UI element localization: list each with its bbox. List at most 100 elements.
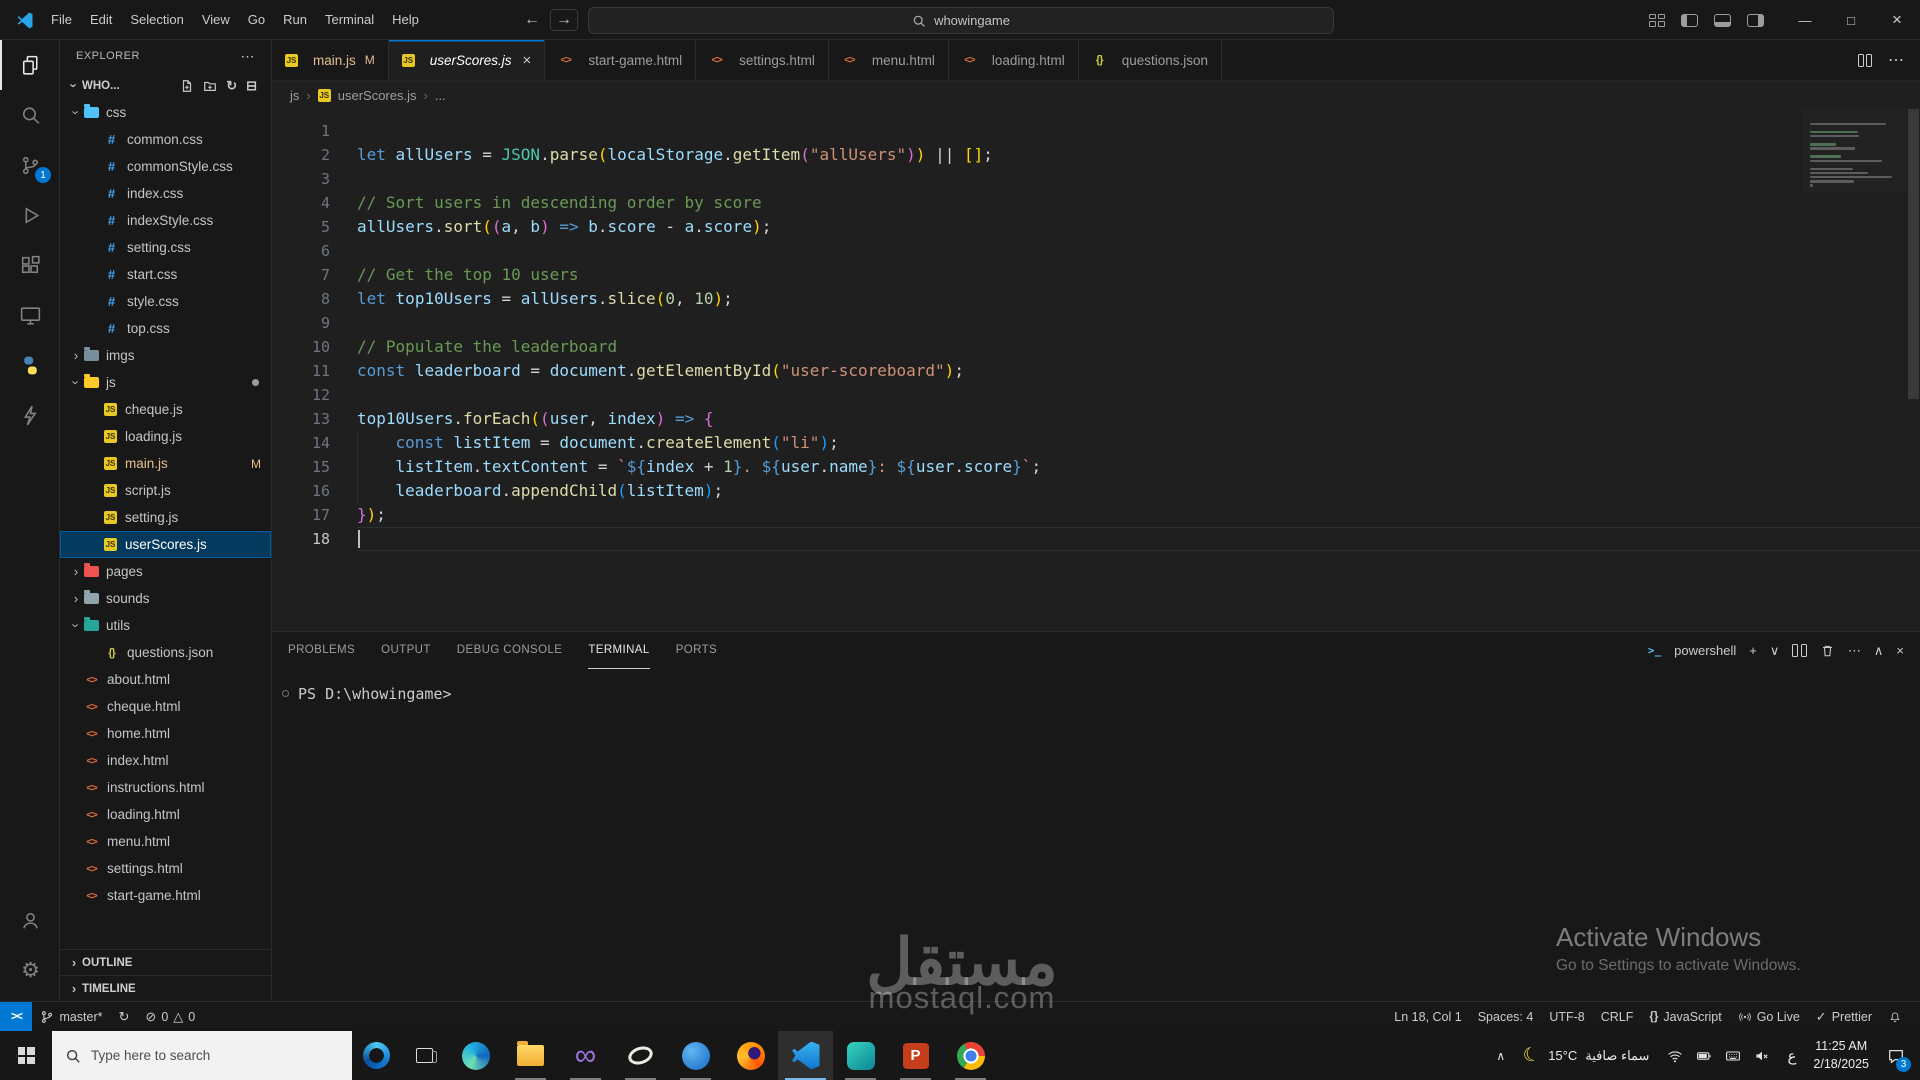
menu-view[interactable]: View (193, 6, 239, 34)
toggle-secondary-sidebar-icon[interactable] (1747, 13, 1764, 27)
tree-file-start.css[interactable]: # start.css (60, 261, 271, 288)
indentation-setting[interactable]: Spaces: 4 (1470, 1002, 1542, 1031)
breadcrumb-folder[interactable]: js (290, 88, 299, 103)
new-file-icon[interactable] (180, 79, 194, 93)
language-mode[interactable]: {} JavaScript (1641, 1002, 1729, 1031)
problems-indicator[interactable]: ⊘ 0 △ 0 (137, 1002, 203, 1031)
tree-file-cheque.js[interactable]: JS cheque.js (60, 396, 271, 423)
panel-tab-terminal[interactable]: TERMINAL (588, 632, 650, 669)
search-activity-icon[interactable] (0, 90, 59, 140)
code-editor[interactable]: 1 2 3 4 5 6 7 8 9 10 11 12 13 14 15 16 17 18 let allUsers… (272, 109, 1920, 631)
tree-file-settings.html[interactable]: <> settings.html (60, 855, 271, 882)
scrollbar-thumb[interactable] (1908, 109, 1919, 399)
timeline-section-header[interactable]: › TIMELINE (60, 975, 271, 1001)
extensions-activity-icon[interactable] (0, 240, 59, 290)
toggle-panel-icon[interactable] (1714, 13, 1731, 27)
tree-file-loading.js[interactable]: JS loading.js (60, 423, 271, 450)
panel-tab-problems[interactable]: PROBLEMS (288, 632, 355, 669)
tab-questions.json[interactable]: {} questions.json (1078, 40, 1223, 80)
remote-indicator[interactable]: >< (0, 1002, 33, 1031)
tree-file-menu.html[interactable]: <> menu.html (60, 828, 271, 855)
close-panel-icon[interactable]: × (1896, 643, 1904, 658)
refresh-explorer-icon[interactable]: ↻ (226, 79, 237, 92)
tree-file-style.css[interactable]: # style.css (60, 288, 271, 315)
editor-scrollbar[interactable] (1907, 109, 1920, 631)
menu-file[interactable]: File (42, 6, 81, 34)
shell-selector[interactable]: powershell (1674, 643, 1736, 658)
tree-folder-sounds[interactable]: › sounds (60, 585, 271, 612)
run-debug-activity-icon[interactable] (0, 190, 59, 240)
tree-file-index.css[interactable]: # index.css (60, 180, 271, 207)
taskbar-app-vscode[interactable] (778, 1031, 833, 1080)
tree-folder-utils[interactable]: › utils (60, 612, 271, 639)
tree-file-about.html[interactable]: <> about.html (60, 666, 271, 693)
close-icon[interactable]: × (523, 52, 532, 69)
menu-help[interactable]: Help (383, 6, 428, 34)
back-icon[interactable]: ← (524, 11, 540, 29)
tree-file-instructions.html[interactable]: <> instructions.html (60, 774, 271, 801)
tree-file-top.css[interactable]: # top.css (60, 315, 271, 342)
menu-edit[interactable]: Edit (81, 6, 121, 34)
close-button[interactable]: × (1874, 0, 1920, 40)
tab-settings.html[interactable]: <> settings.html (696, 40, 829, 80)
thunder-client-activity-icon[interactable] (0, 390, 59, 440)
tree-file-start-game.html[interactable]: <> start-game.html (60, 882, 271, 909)
clock[interactable]: 11:25 AM 2/18/2025 (1803, 1038, 1879, 1073)
accounts-icon[interactable] (0, 895, 59, 945)
encoding-setting[interactable]: UTF-8 (1541, 1002, 1592, 1031)
tree-file-setting.css[interactable]: # setting.css (60, 234, 271, 261)
menu-terminal[interactable]: Terminal (316, 6, 383, 34)
touch-keyboard-icon[interactable] (1725, 1048, 1741, 1064)
python-activity-icon[interactable] (0, 340, 59, 390)
volume-muted-icon[interactable] (1754, 1048, 1770, 1064)
settings-gear-icon[interactable]: ⚙ (0, 945, 59, 995)
split-terminal-icon[interactable] (1792, 644, 1807, 657)
go-live-button[interactable]: Go Live (1730, 1002, 1808, 1031)
editor-more-actions-icon[interactable]: ⋯ (1888, 50, 1904, 70)
menu-run[interactable]: Run (274, 6, 316, 34)
git-branch-item[interactable]: master* (32, 1002, 110, 1031)
explorer-more-actions-icon[interactable]: ⋯ (241, 48, 256, 65)
menu-selection[interactable]: Selection (121, 6, 192, 34)
hidden-icons-chevron[interactable]: ∧ (1486, 1049, 1515, 1063)
remote-explorer-activity-icon[interactable] (0, 290, 59, 340)
maximize-panel-icon[interactable]: ∧ (1874, 643, 1884, 659)
taskbar-app-edge[interactable] (448, 1031, 503, 1080)
taskbar-app-blue-app[interactable] (668, 1031, 723, 1080)
tab-start-game.html[interactable]: <> start-game.html (545, 40, 697, 80)
taskbar-app-visual-studio[interactable] (558, 1031, 613, 1080)
taskbar-app-firefox[interactable] (723, 1031, 778, 1080)
tree-file-index.html[interactable]: <> index.html (60, 747, 271, 774)
new-folder-icon[interactable] (203, 79, 217, 93)
wifi-icon[interactable] (1667, 1048, 1683, 1064)
command-center-search[interactable]: whowingame (588, 7, 1334, 34)
menu-go[interactable]: Go (239, 6, 274, 34)
panel-tab-debug-console[interactable]: DEBUG CONSOLE (457, 632, 563, 669)
taskbar-app-teal-app[interactable] (833, 1031, 888, 1080)
keyboard-language[interactable]: ع (1780, 1047, 1803, 1065)
action-center-button[interactable]: 3 (1879, 1031, 1920, 1080)
terminal-dropdown-icon[interactable]: ∨ (1770, 643, 1780, 659)
taskbar-search[interactable]: Type here to search (52, 1031, 352, 1080)
tree-file-commonStyle.css[interactable]: # commonStyle.css (60, 153, 271, 180)
workspace-section-header[interactable]: › WHO... ↻ ⊟ (60, 72, 271, 99)
outline-section-header[interactable]: › OUTLINE (60, 949, 271, 975)
forward-icon[interactable]: → (550, 9, 578, 31)
cortana-button[interactable] (352, 1031, 400, 1080)
terminal-content[interactable]: PS D:\whowingame> (272, 669, 1920, 1001)
tree-file-userScores.js[interactable]: JS userScores.js (60, 531, 271, 558)
toggle-sidebar-icon[interactable] (1681, 13, 1698, 27)
panel-tab-ports[interactable]: PORTS (676, 632, 717, 669)
split-editor-icon[interactable] (1857, 53, 1872, 67)
task-view-button[interactable] (400, 1031, 448, 1080)
tree-file-home.html[interactable]: <> home.html (60, 720, 271, 747)
customize-layout-icon[interactable] (1649, 13, 1665, 27)
taskbar-app-powerpoint[interactable] (888, 1031, 943, 1080)
tree-file-main.js[interactable]: JS main.js M (60, 450, 271, 477)
tree-file-setting.js[interactable]: JS setting.js (60, 504, 271, 531)
weather-widget[interactable]: ☾ 15°C سماء صافية (1515, 1043, 1657, 1068)
tree-file-loading.html[interactable]: <> loading.html (60, 801, 271, 828)
breadcrumb-file[interactable]: userScores.js (338, 88, 417, 103)
tree-file-common.css[interactable]: # common.css (60, 126, 271, 153)
tab-main.js[interactable]: JS main.js M (272, 40, 389, 80)
